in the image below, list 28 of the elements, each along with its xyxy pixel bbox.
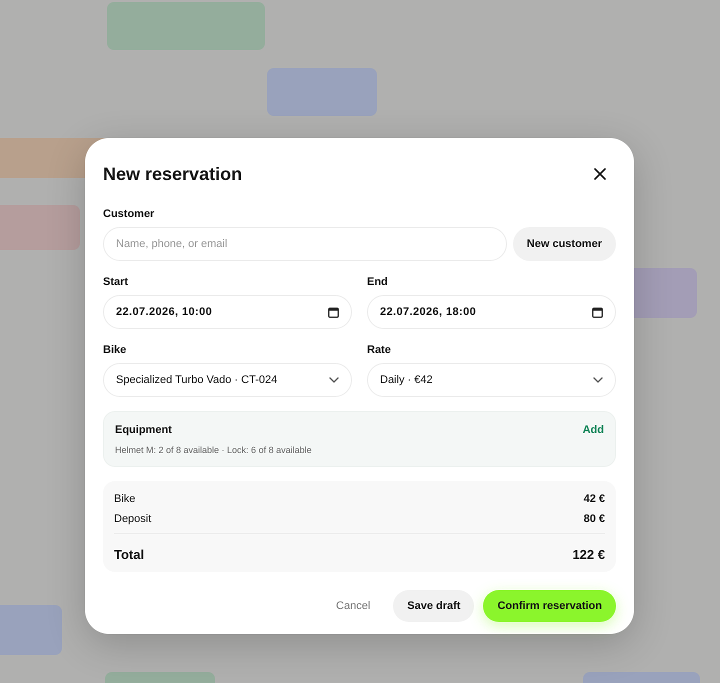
add-equipment-link[interactable]: Add [582,424,604,436]
price-label: Deposit [114,513,152,525]
field-label: Customer [103,208,156,220]
chevron-down-icon [329,377,339,383]
end-date-field[interactable]: 22.07.2026, 18:00 [367,295,616,329]
customer-search-field[interactable]: Name, phone, or email [103,227,507,261]
save-draft-button[interactable]: Save draft [393,590,474,622]
price-amount: 42 € [584,493,605,505]
field-label: Rate [367,344,392,356]
total-amount: 122 € [572,547,605,562]
field-label: Start [103,276,130,288]
bike-dropdown[interactable]: Specialized Turbo Vado · CT-024 [103,363,352,397]
equipment-title: Equipment [115,424,172,436]
dialog-title: New reservation [103,164,242,184]
rate-dropdown[interactable]: Daily · €42 [367,363,616,397]
availability-text: Helmet M: 2 of 8 available · Lock: 6 of 8 available [115,445,313,455]
field-label: End [367,276,389,288]
calendar-icon [592,306,603,318]
cancel-button[interactable]: Cancel [322,590,384,622]
start-date-field[interactable]: 22.07.2026, 10:00 [103,295,352,329]
calendar-icon [328,306,339,318]
confirm-button[interactable]: Confirm reservation [483,590,616,622]
chevron-down-icon [593,377,603,383]
new-customer-button[interactable]: New customer [512,227,616,261]
field-label: Bike [103,344,128,356]
total-label: Total [114,547,144,562]
price-amount: 80 € [584,513,605,525]
price-label: Bike [114,493,136,505]
